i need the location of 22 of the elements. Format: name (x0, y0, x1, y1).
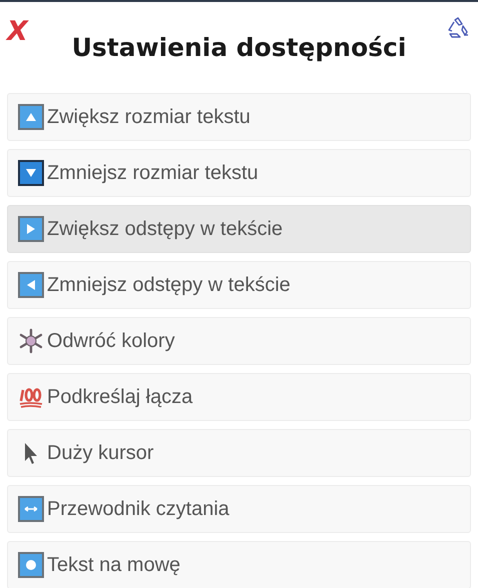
menu-item[interactable]: Duży kursor (7, 429, 471, 477)
item-label: Podkreślaj łącza (47, 386, 193, 408)
snowflake-icon (18, 328, 44, 354)
menu-item[interactable]: Zwiększ rozmiar tekstu (7, 93, 471, 141)
menu-item[interactable]: Zwiększ odstępy w tekście (7, 205, 471, 253)
item-label: Zmniejsz rozmiar tekstu (47, 162, 258, 184)
panel-title: Ustawienia dostępności (72, 33, 406, 62)
item-label: Zmniejsz odstępy w tekście (47, 274, 290, 296)
menu-item[interactable]: Podkreślaj łącza (7, 373, 471, 421)
close-button[interactable]: X (7, 16, 28, 47)
menu-item[interactable]: Zmniejsz odstępy w tekście (7, 261, 471, 309)
item-label: Tekst na mowę (47, 554, 180, 576)
menu-item[interactable]: Zmniejsz rozmiar tekstu (7, 149, 471, 197)
item-label: Przewodnik czytania (47, 498, 230, 520)
item-label: Zwiększ odstępy w tekście (47, 218, 283, 240)
menu-item[interactable]: Tekst na mowę (7, 541, 471, 588)
menu-item[interactable]: Przewodnik czytania (7, 485, 471, 533)
item-label: Zwiększ rozmiar tekstu (47, 106, 250, 128)
item-label: Duży kursor (47, 442, 154, 464)
menu-item[interactable]: Odwróć kolory (7, 317, 471, 365)
recycle-icon[interactable] (446, 16, 470, 40)
item-label: Odwróć kolory (47, 330, 175, 352)
